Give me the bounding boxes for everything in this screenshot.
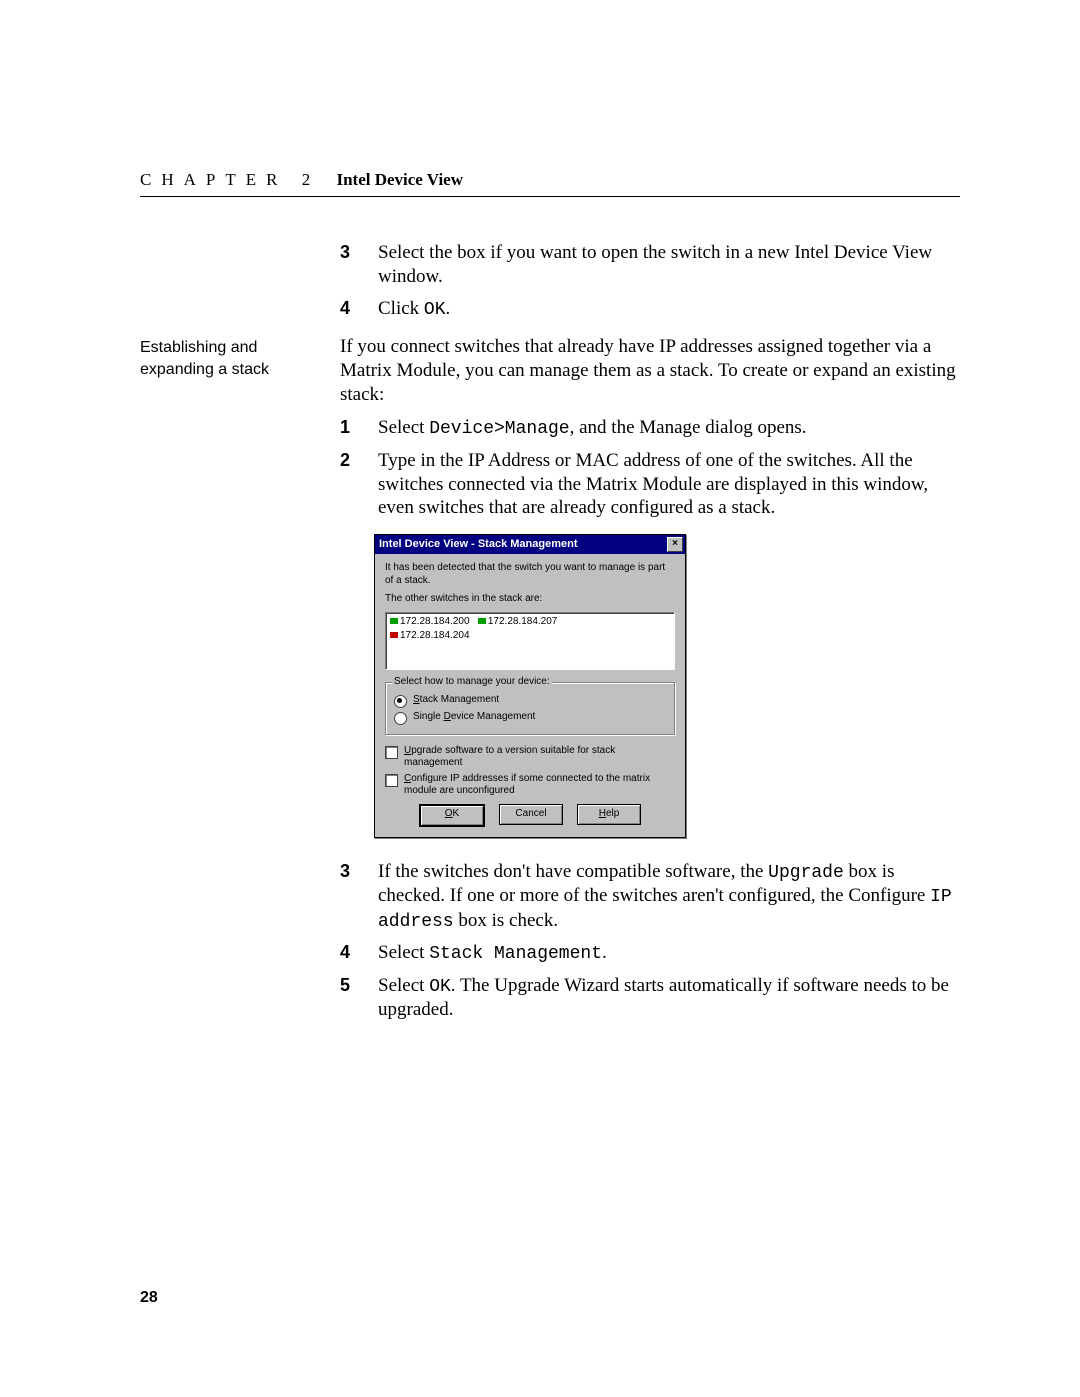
step-text: Select OK. The Upgrade Wizard starts aut…	[378, 974, 960, 1022]
step-number: 1	[340, 416, 374, 441]
switch-listbox[interactable]: 172.28.184.200 172.28.184.207 172.28.184…	[385, 612, 675, 670]
radio-label: Single Device Management	[413, 711, 535, 724]
manage-mode-group: Select how to manage your device: Stack …	[385, 682, 675, 735]
step-text: Select Stack Management.	[378, 941, 960, 966]
dialog-message: It has been detected that the switch you…	[385, 562, 675, 587]
ip-item: 172.28.184.204	[400, 630, 470, 641]
page-header: CHAPTER 2 Intel Device View	[140, 170, 960, 197]
status-icon	[390, 618, 398, 624]
step-text: Select the box if you want to open the s…	[378, 241, 960, 289]
checkbox-label: Upgrade software to a version suitable f…	[404, 745, 675, 770]
help-button[interactable]: Help	[577, 804, 641, 825]
stack-management-dialog: Intel Device View - Stack Management × I…	[374, 534, 686, 838]
step-text: Type in the IP Address or MAC address of…	[378, 449, 960, 520]
step-number: 4	[340, 297, 374, 322]
section-sidebar-heading: Establishing and expanding a stack	[140, 337, 330, 380]
checkbox-upgrade[interactable]	[385, 746, 398, 759]
dialog-title: Intel Device View - Stack Management	[379, 538, 577, 552]
steps-list-2b: 3 If the switches don't have compatible …	[340, 860, 960, 1022]
chapter-label: CHAPTER 2	[140, 170, 320, 189]
dialog-titlebar: Intel Device View - Stack Management ×	[375, 535, 685, 554]
page-number: 28	[140, 1289, 158, 1307]
radio-label: Stack Management	[413, 694, 499, 707]
step-number: 2	[340, 449, 374, 520]
step-number: 3	[340, 241, 374, 289]
step-number: 3	[340, 860, 374, 934]
steps-list-2a: 1 Select Device>Manage, and the Manage d…	[340, 416, 960, 520]
close-button[interactable]: ×	[667, 537, 683, 552]
step-number: 4	[340, 941, 374, 966]
step-number: 5	[340, 974, 374, 1022]
status-icon	[390, 632, 398, 638]
step-text: If the switches don't have compatible so…	[378, 860, 960, 934]
section-intro: If you connect switches that already hav…	[340, 335, 960, 406]
step-text: Select Device>Manage, and the Manage dia…	[378, 416, 960, 441]
radio-single-device[interactable]	[394, 712, 407, 725]
ip-item: 172.28.184.207	[488, 616, 558, 627]
radio-stack-management[interactable]	[394, 695, 407, 708]
group-legend: Select how to manage your device:	[392, 676, 552, 689]
ip-item: 172.28.184.200	[400, 616, 470, 627]
checkbox-label: Configure IP addresses if some connected…	[404, 773, 675, 798]
status-icon	[478, 618, 486, 624]
cancel-button[interactable]: Cancel	[499, 804, 563, 825]
step-text: Click OK.	[378, 297, 960, 322]
dialog-message: The other switches in the stack are:	[385, 593, 675, 606]
checkbox-configure-ip[interactable]	[385, 774, 398, 787]
ok-button[interactable]: OK	[419, 804, 485, 827]
steps-list-1: 3 Select the box if you want to open the…	[340, 241, 960, 321]
chapter-title: Intel Device View	[336, 170, 463, 189]
